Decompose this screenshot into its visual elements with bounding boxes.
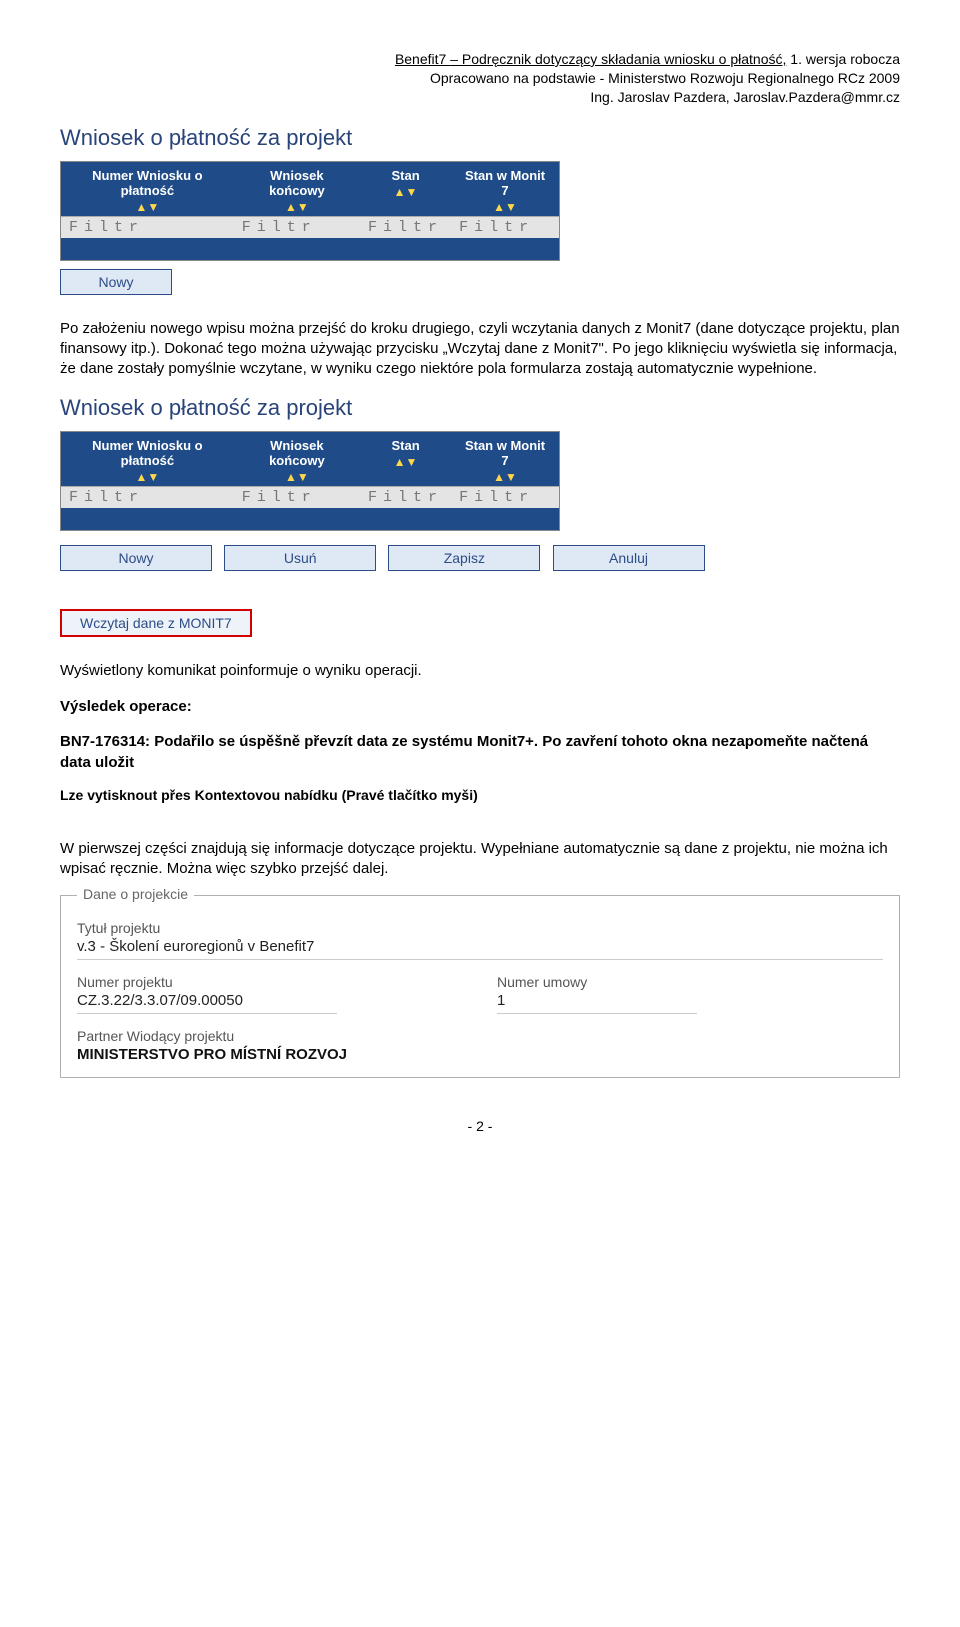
- screenshot-block-1: Wniosek o płatność za projekt Numer Wnio…: [60, 125, 900, 303]
- col-header-1[interactable]: Numer Wniosku o płatność▲▼: [61, 432, 234, 486]
- col-header-4[interactable]: Stan w Monit 7▲▼: [451, 432, 559, 486]
- contract-number-label: Numer umowy: [497, 974, 697, 990]
- nowy-button[interactable]: Nowy: [60, 545, 212, 571]
- sort-icon[interactable]: ▲▼: [370, 455, 441, 469]
- section2-title: Wniosek o płatność za projekt: [60, 395, 900, 421]
- load-monit7-button[interactable]: Wczytaj dane z MONIT7: [60, 609, 252, 637]
- filter-cell[interactable]: Filtr: [61, 486, 234, 508]
- col-header-1[interactable]: Numer Wniosku o płatność▲▼: [61, 162, 234, 216]
- lead-partner-value: MINISTERSTVO PRO MÍSTNÍ ROZVOJ: [77, 1046, 883, 1063]
- header-line1-desc: – Podręcznik dotyczący składania wniosku…: [450, 51, 786, 67]
- filter-cell[interactable]: Filtr: [234, 486, 360, 508]
- grid-table-2: Numer Wniosku o płatność▲▼ Wniosek końco…: [60, 431, 560, 531]
- zapisz-button[interactable]: Zapisz: [388, 545, 540, 571]
- sort-icon[interactable]: ▲▼: [461, 470, 549, 484]
- sort-icon[interactable]: ▲▼: [461, 200, 549, 214]
- project-title-label: Tytuł projektu: [77, 920, 883, 936]
- page-number: - 2 -: [60, 1118, 900, 1134]
- result-body: BN7-176314: Podařilo se úspěšně převzít …: [60, 731, 900, 773]
- contract-number-value: 1: [497, 992, 697, 1009]
- anuluj-button[interactable]: Anuluj: [553, 545, 705, 571]
- field-divider: [497, 1013, 697, 1014]
- filter-cell[interactable]: Filtr: [451, 216, 559, 238]
- grid-table-1: Numer Wniosku o płatność▲▼ Wniosek końco…: [60, 161, 560, 261]
- header-line3: Ing. Jaroslav Pazdera, Jaroslav.Pazdera@…: [590, 89, 900, 105]
- header-line1-title: Benefit7: [395, 51, 450, 67]
- filter-cell[interactable]: Filtr: [234, 216, 360, 238]
- nowy-button[interactable]: Nowy: [60, 269, 172, 295]
- project-data-fieldset: Dane o projekcie Tytuł projektu v.3 - Šk…: [60, 895, 900, 1078]
- header-line2: Opracowano na podstawie - Ministerstwo R…: [430, 70, 900, 86]
- sort-icon[interactable]: ▲▼: [244, 470, 350, 484]
- col-header-2[interactable]: Wniosek końcowy▲▼: [234, 162, 360, 216]
- col-header-3[interactable]: Stan▲▼: [360, 432, 451, 486]
- header-line1-version: 1. wersja robocza: [786, 51, 900, 67]
- col-header-2[interactable]: Wniosek końcowy▲▼: [234, 432, 360, 486]
- sort-icon[interactable]: ▲▼: [71, 200, 224, 214]
- col-header-4[interactable]: Stan w Monit 7▲▼: [451, 162, 559, 216]
- filter-cell[interactable]: Filtr: [360, 216, 451, 238]
- operation-result-block: Výsledek operace: BN7-176314: Podařilo s…: [60, 698, 900, 803]
- screenshot-block-2: Wniosek o płatność za projekt Numer Wnio…: [60, 395, 900, 643]
- sort-icon[interactable]: ▲▼: [71, 470, 224, 484]
- filter-cell[interactable]: Filtr: [451, 486, 559, 508]
- project-title-value: v.3 - Školení euroregionů v Benefit7: [77, 938, 883, 955]
- field-divider: [77, 959, 883, 960]
- document-header: Benefit7 – Podręcznik dotyczący składani…: [60, 50, 900, 107]
- project-number-value: CZ.3.22/3.3.07/09.00050: [77, 992, 337, 1009]
- result-title: Výsledek operace:: [60, 698, 900, 715]
- paragraph-2: Wyświetlony komunikat poinformuje o wyni…: [60, 661, 900, 681]
- col-header-3[interactable]: Stan▲▼: [360, 162, 451, 216]
- field-divider: [77, 1013, 337, 1014]
- lead-partner-label: Partner Wiodący projektu: [77, 1028, 883, 1044]
- project-number-label: Numer projektu: [77, 974, 337, 990]
- filter-cell[interactable]: Filtr: [360, 486, 451, 508]
- filter-cell[interactable]: Filtr: [61, 216, 234, 238]
- paragraph-3: W pierwszej części znajdują się informac…: [60, 839, 900, 880]
- grid-empty-row: [61, 508, 559, 530]
- sort-icon[interactable]: ▲▼: [370, 185, 441, 199]
- result-tip: Lze vytisknout přes Kontextovou nabídku …: [60, 787, 900, 803]
- grid-empty-row: [61, 238, 559, 260]
- usun-button[interactable]: Usuń: [224, 545, 376, 571]
- paragraph-1: Po założeniu nowego wpisu można przejść …: [60, 319, 900, 380]
- fieldset-legend: Dane o projekcie: [77, 886, 194, 902]
- sort-icon[interactable]: ▲▼: [244, 200, 350, 214]
- section1-title: Wniosek o płatność za projekt: [60, 125, 900, 151]
